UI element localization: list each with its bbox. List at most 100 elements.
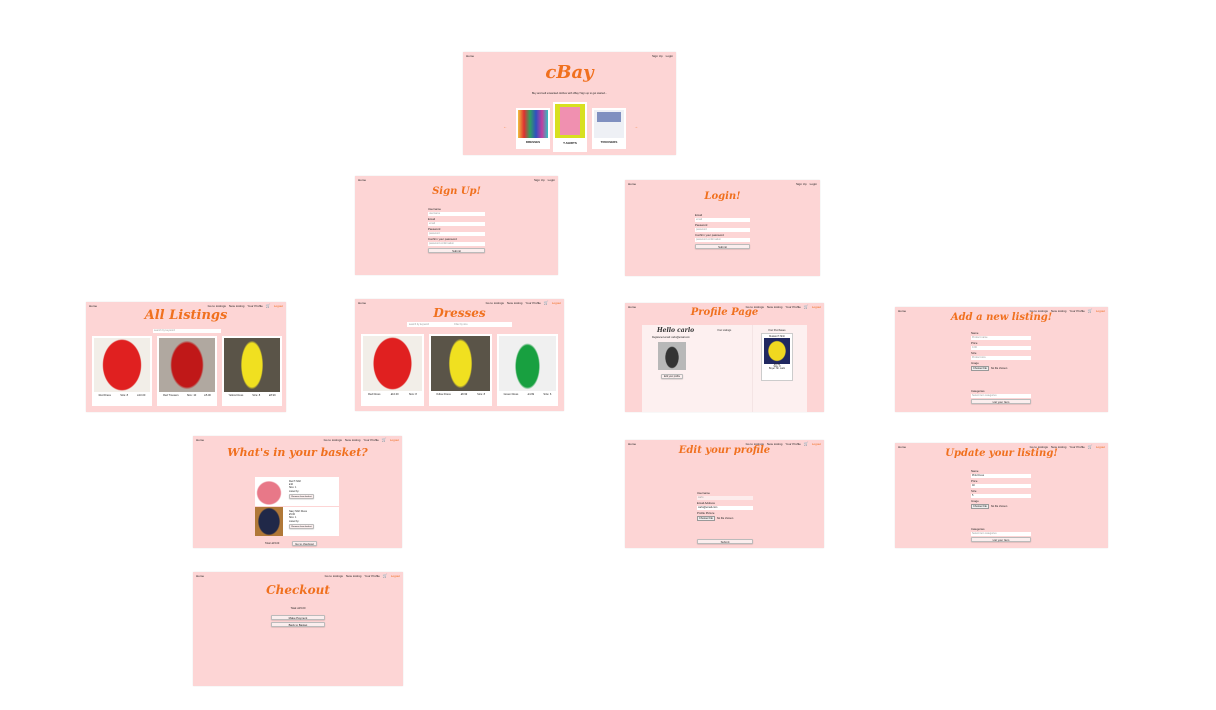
categories-label: Categories xyxy=(971,527,985,531)
listing-card[interactable]: Yellow Dress £8.99 Size: 8 xyxy=(429,334,492,406)
nav-home[interactable]: Home xyxy=(196,438,204,443)
yellow-dress-image xyxy=(431,336,490,391)
name-input[interactable]: Product name xyxy=(971,336,1031,340)
nav-home[interactable]: Home xyxy=(466,54,474,59)
nav-bar: Home Sign Up Login xyxy=(628,182,817,187)
nav-login[interactable]: Login xyxy=(810,182,817,187)
purchase-card[interactable]: Mustard T-Shirt £6.99 Size: 8 Buyer: Mr.… xyxy=(761,333,793,381)
basket-total: Total: £15.00 xyxy=(265,542,280,545)
basket-icon[interactable]: 🛒 xyxy=(383,574,388,579)
name-input[interactable]: Pink Dress xyxy=(971,474,1031,478)
edit-profile-button[interactable]: Edit your profile xyxy=(661,374,683,379)
choose-file-button[interactable]: Choose File xyxy=(697,516,715,521)
item-name: Red Trousers xyxy=(163,394,179,397)
size-input[interactable]: 5 xyxy=(971,494,1031,498)
choose-file-button[interactable]: Choose File xyxy=(971,366,989,371)
listing-card[interactable]: Green Dress £4.99 Size: 6 xyxy=(497,334,558,406)
tshirt-image xyxy=(555,104,585,138)
category-card-trousers[interactable]: TROUSERS xyxy=(592,108,626,149)
nav-signup[interactable]: Sign Up xyxy=(652,54,663,59)
registered-email: Registered email: carlo@email.com xyxy=(652,336,690,339)
carousel-next-icon[interactable]: → xyxy=(634,124,638,129)
password-input[interactable]: password xyxy=(695,228,750,232)
username-input[interactable]: carlo xyxy=(697,496,753,500)
page-title: Add a new listing! xyxy=(950,312,1053,323)
nav-listings[interactable]: Go to Listings xyxy=(325,574,343,579)
update-listing-screen: Home Go to Listings New Listing Your Profil… xyxy=(895,443,1108,548)
profile-screen: Home Go to Listings New Listing Your Profil… xyxy=(625,303,824,412)
listing-card[interactable]: Red Dress £10.00 Size: 8 xyxy=(361,334,424,406)
green-dress-image xyxy=(499,336,556,391)
page-title: What's in your basket? xyxy=(227,446,368,459)
nav-new-listing[interactable]: New Listing xyxy=(345,438,361,443)
search-input[interactable]: search by keyword xyxy=(407,322,454,327)
size-input[interactable]: Product size xyxy=(971,356,1031,360)
item-size: Size: 8 xyxy=(252,394,261,397)
username-input[interactable]: username xyxy=(428,212,485,216)
nav-logout[interactable]: Logout xyxy=(390,438,399,443)
item-size: Size: 6 xyxy=(543,393,552,396)
nav-profile[interactable]: Your Profile xyxy=(363,438,378,443)
nav-bar: Home Sign Up Login xyxy=(466,54,673,59)
back-to-basket-button[interactable]: Back to Basket xyxy=(271,622,325,627)
price-input[interactable]: 0.00 xyxy=(971,346,1031,350)
nav-logout[interactable]: Logout xyxy=(391,574,400,579)
email-label: Email xyxy=(695,213,702,217)
item-size: Size: 8 xyxy=(408,393,417,396)
listing-card[interactable]: Red Trousers Size: 10 £5.00 xyxy=(157,336,217,406)
categories-select[interactable]: Select item categories xyxy=(971,532,1031,536)
list-item-button[interactable]: List your Item xyxy=(971,537,1031,542)
category-label: DRESSES xyxy=(525,140,541,144)
nav-home[interactable]: Home xyxy=(628,182,636,187)
item-name: Green Dress xyxy=(503,393,519,396)
item-price: £5.00 xyxy=(204,394,211,397)
email-input[interactable]: email xyxy=(428,222,485,226)
basket-icon[interactable]: 🛒 xyxy=(382,438,387,443)
category-card-tshirts[interactable]: T-SHIRTS xyxy=(553,102,587,152)
nav-signup[interactable]: Sign Up xyxy=(796,182,807,187)
password-input[interactable]: password xyxy=(428,232,485,236)
nav-login[interactable]: Login xyxy=(666,54,673,59)
nav-home[interactable]: Home xyxy=(358,178,366,183)
confirm-password-input[interactable]: password confirmation xyxy=(428,242,485,246)
nav-profile[interactable]: Your Profile xyxy=(364,574,379,579)
email-input[interactable]: carlo@email.com xyxy=(697,506,753,510)
nav-home[interactable]: Home xyxy=(196,574,204,579)
item-size: Size: 10 xyxy=(186,394,197,397)
nav-new-listing[interactable]: New Listing xyxy=(346,574,362,579)
no-file-text: No file chosen xyxy=(990,505,1008,508)
submit-button[interactable]: Submit xyxy=(695,244,750,249)
search-input[interactable]: search by keyword xyxy=(153,329,221,333)
choose-file-button[interactable]: Choose File xyxy=(971,504,989,509)
size-filter-select[interactable]: Filter by size xyxy=(454,322,467,327)
list-item-button[interactable]: List your Item xyxy=(971,399,1031,404)
item-size: Size: 8 xyxy=(477,393,486,396)
price-input[interactable]: 40 xyxy=(971,484,1031,488)
listing-card[interactable]: Red Dress Size: 8 £10.00 xyxy=(92,336,152,406)
email-input[interactable]: email xyxy=(695,218,750,222)
submit-button[interactable]: Submit xyxy=(428,248,485,253)
category-card-dresses[interactable]: DRESSES xyxy=(516,108,550,149)
nav-login[interactable]: Login xyxy=(548,178,555,183)
categories-select[interactable]: Select item categories xyxy=(971,394,1031,398)
page-title: Edit your profile xyxy=(678,445,771,456)
category-label: T-SHIRTS xyxy=(563,141,577,145)
all-listings-screen: Home Go to Listings New Listing Your Profil… xyxy=(86,302,286,412)
submit-button[interactable]: Submit xyxy=(697,539,753,544)
dresses-screen: Home Go to Listings New Listing Your Profil… xyxy=(355,299,564,411)
checkout-button[interactable]: Go to checkout xyxy=(292,541,317,546)
nav-signup[interactable]: Sign Up xyxy=(534,178,545,183)
checkout-total: Total: £15.00 xyxy=(290,607,306,610)
carousel-prev-icon[interactable]: ← xyxy=(503,124,507,129)
item-price: £8.99 xyxy=(460,393,468,396)
remove-from-basket-button[interactable]: Remove from basket xyxy=(289,493,314,499)
make-payment-button[interactable]: Make Payment xyxy=(271,615,325,620)
navy-dress-image xyxy=(255,507,283,536)
confirm-password-input[interactable]: password confirmation xyxy=(695,238,750,242)
nav-listings[interactable]: Go to Listings xyxy=(324,438,342,443)
page-title: All Listings xyxy=(144,308,228,323)
tagline: Buy and sell unwanted clothes with cBay!… xyxy=(531,92,608,95)
remove-from-basket-button[interactable]: Remove from basket xyxy=(289,523,314,529)
no-file-text: No file chosen xyxy=(990,367,1008,370)
listing-card[interactable]: Yellow Dress Size: 8 £8.99 xyxy=(222,336,282,406)
